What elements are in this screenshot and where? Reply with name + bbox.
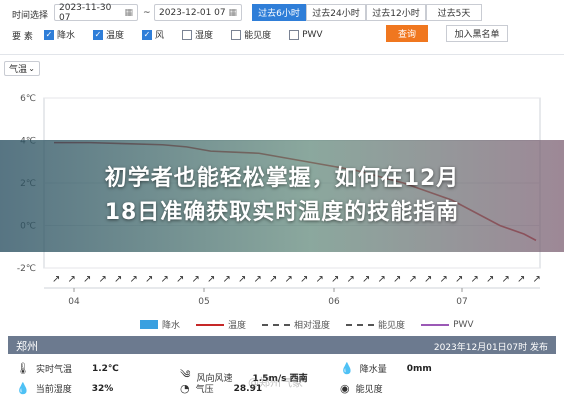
wind-arrow-icon: ↗ [517,274,525,285]
range-button-group: 过去6小时 过去24小时 过去12小时 过去5天 [252,4,482,21]
check-icon: ✓ [44,29,54,40]
filter-bar: 时间选择 2023-11-30 07 ▦ ~ 2023-12-01 07 ▦ 过… [8,3,556,43]
range-button-12h[interactable]: 过去12小时 [366,4,426,21]
wind-arrow-icon: ↗ [362,274,370,285]
check-icon: ✓ [142,29,153,40]
wind-arrow-icon: ↗ [238,274,246,285]
wind-arrow-icon: ↗ [300,274,308,285]
wind-arrow-icon: ↗ [471,274,479,285]
wind-arrow-icon: ↗ [331,274,339,285]
banner-line-1: 初学者也能轻松掌握，如何在12月 [104,166,460,191]
checkbox-humidity[interactable]: 湿度 [182,28,213,41]
checkbox-pwv[interactable]: PWV [289,28,323,41]
title-banner: 初学者也能轻松掌握，如何在12月 18日准确获取实时温度的技能指南 [0,140,564,252]
wind-arrow-icon: ↗ [455,274,463,285]
end-date-value: 2023-12-01 07 [159,7,226,18]
humidity-icon: 💧 [16,382,30,395]
add-compare-button[interactable]: 加入黑名单 [446,25,508,42]
divider [0,54,564,55]
station-grid: 🌡 实时气温 1.2℃ ༄ 风向风速 1.5m/s 西南 💧 降水量 0mm 💧… [16,360,556,400]
wind-arrow-icon: ↗ [223,274,231,285]
wind-arrow-icon: ↗ [285,274,293,285]
x-tick-label: 06 [328,297,340,307]
x-tick-label: 04 [68,297,80,307]
wind-arrow-icon: ↗ [424,274,432,285]
wind-arrow-icon: ↗ [114,274,122,285]
wind-arrow-icon: ↗ [161,274,169,285]
visibility-swatch [346,323,375,326]
wind-arrow-icon: ↗ [145,274,153,285]
humidity-swatch [262,323,291,326]
thermometer-icon: 🌡 [16,362,30,375]
y-tick-label: 6℃ [20,94,36,104]
temperature-swatch [196,323,225,326]
x-tick-label: 07 [456,297,467,307]
y-tick-label: -2℃ [17,264,36,274]
wind-arrow-icon: ↗ [409,274,417,285]
station-item-precip: 💧 降水量 0mm [340,362,432,375]
calendar-icon: ▦ [228,7,237,18]
raindrop-icon: 💧 [340,362,354,375]
chevron-down-icon: ⌄ [28,64,35,73]
checkbox-visibility[interactable]: 能见度 [231,28,271,41]
time-label: 时间选择 [12,11,49,21]
checkbox-precip[interactable]: ✓ 降水 [44,28,75,41]
wind-arrow-icon: ↗ [316,274,324,285]
station-time: 2023年12月01日07时 发布 [433,343,548,353]
watermark: @郑州气象 [248,376,303,389]
legend-temperature[interactable]: 温度 [196,318,246,331]
station-item-temp: 🌡 实时气温 1.2℃ [16,362,119,375]
range-button-24h[interactable]: 过去24小时 [306,4,366,21]
wind-arrow-icon: ↗ [52,274,60,285]
banner-line-2: 18日准确获取实时温度的技能指南 [104,200,460,225]
x-tick-label: 05 [198,297,209,307]
wind-arrow-icon: ↗ [486,274,494,285]
pwv-swatch [421,323,450,326]
precip-swatch [140,320,158,329]
wind-arrow-icon: ↗ [176,274,184,285]
start-date-field[interactable]: 2023-11-30 07 ▦ [54,2,138,23]
start-date-value: 2023-11-30 07 [59,2,112,23]
legend-visibility[interactable]: 能见度 [346,318,405,331]
elements-label: 要 素 [12,32,33,42]
wind-arrow-icon: ↗ [207,274,215,285]
query-button[interactable]: 查询 [386,25,428,42]
wind-arrow-icon: ↗ [347,274,355,285]
wind-arrow-icon: ↗ [502,274,510,285]
range-button-6h[interactable]: 过去6小时 [252,4,306,21]
pressure-icon: ◔ [180,382,190,395]
station-item-visibility: ◉ 能见度 [340,382,383,395]
wind-arrow-icon: ↗ [83,274,91,285]
visibility-icon: ◉ [340,382,350,395]
range-tilde: ~ [143,8,151,18]
checkbox-temperature[interactable]: ✓ 温度 [93,28,124,41]
wind-arrow-icon: ↗ [440,274,448,285]
chart-type-select[interactable]: 气温 ⌄ [4,61,40,76]
wind-arrow-icon: ↗ [68,274,76,285]
calendar-icon: ▦ [124,7,133,18]
end-date-field[interactable]: 2023-12-01 07 ▦ [154,4,242,21]
wind-arrow-icon: ↗ [254,274,262,285]
wind-arrow-icon: ↗ [378,274,386,285]
checkbox-wind[interactable]: ✓ 风 [142,28,164,41]
station-name: 郑州 [16,340,38,353]
legend-precip[interactable]: 降水 [140,318,180,331]
element-checkboxes: ✓ 降水 ✓ 温度 ✓ 风 湿度 能见度 PWV [44,28,323,41]
legend-pwv[interactable]: PWV [421,318,474,331]
range-button-5d[interactable]: 过去5天 [426,4,482,21]
wind-arrow-icon: ↗ [393,274,401,285]
wind-arrow-icon: ↗ [130,274,138,285]
station-item-humidity: 💧 当前湿度 32% [16,382,114,395]
wind-arrow-icon: ↗ [99,274,107,285]
legend-humidity[interactable]: 相对湿度 [262,318,330,331]
chart-legend: 降水 温度 相对湿度 能见度 PWV [140,318,474,331]
wind-arrow-icon: ↗ [192,274,200,285]
wind-arrow-icon: ↗ [269,274,277,285]
wind-arrow-icon: ↗ [533,274,541,285]
check-icon: ✓ [93,29,104,40]
station-header: 郑州 2023年12月01日07时 发布 [8,336,556,354]
